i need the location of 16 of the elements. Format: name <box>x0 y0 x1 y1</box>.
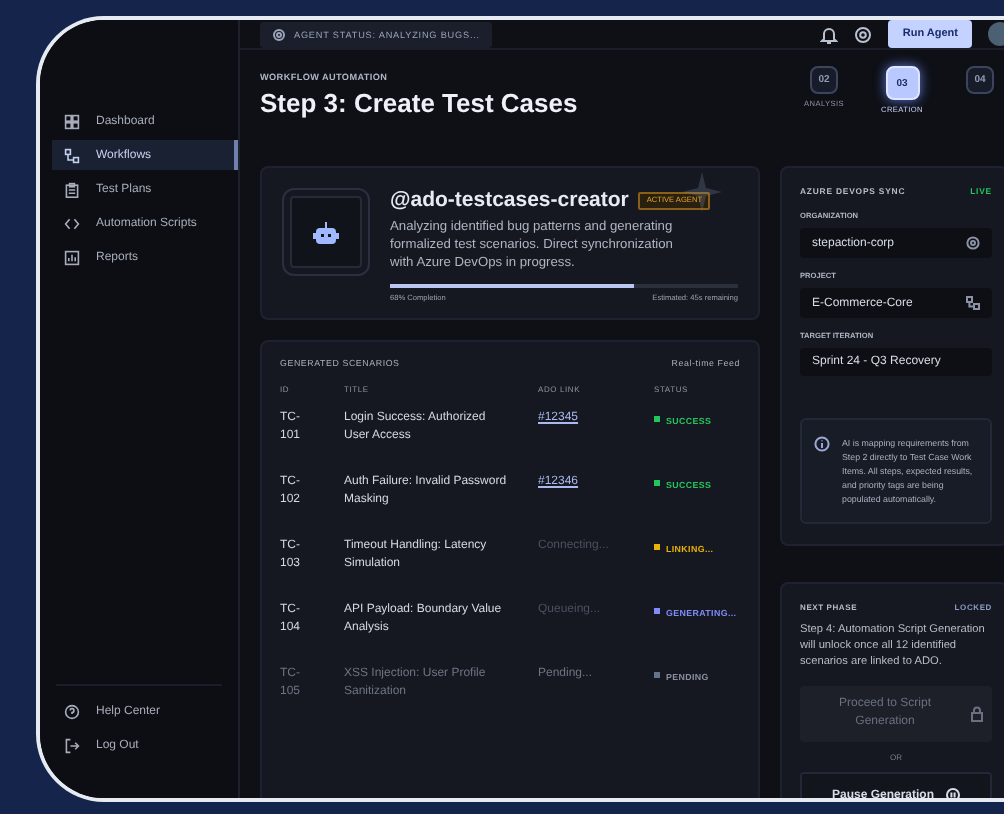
agent-handle: @ado-testcases-creator <box>390 188 629 212</box>
page-title: Step 3: Create Test Cases <box>260 88 580 118</box>
robot-icon <box>312 219 340 245</box>
flow-icon <box>64 147 80 163</box>
code-icon <box>64 215 80 231</box>
chart-icon <box>64 249 80 265</box>
lock-icon <box>970 706 984 722</box>
flow-icon <box>966 296 980 310</box>
grid-icon <box>64 113 80 129</box>
info-icon <box>814 436 830 452</box>
clipboard-icon <box>64 181 80 197</box>
settings-icon[interactable] <box>854 25 873 43</box>
help-icon <box>64 703 80 719</box>
pause-icon <box>946 788 961 798</box>
logout-icon <box>64 737 80 753</box>
bell-icon[interactable] <box>820 25 839 43</box>
